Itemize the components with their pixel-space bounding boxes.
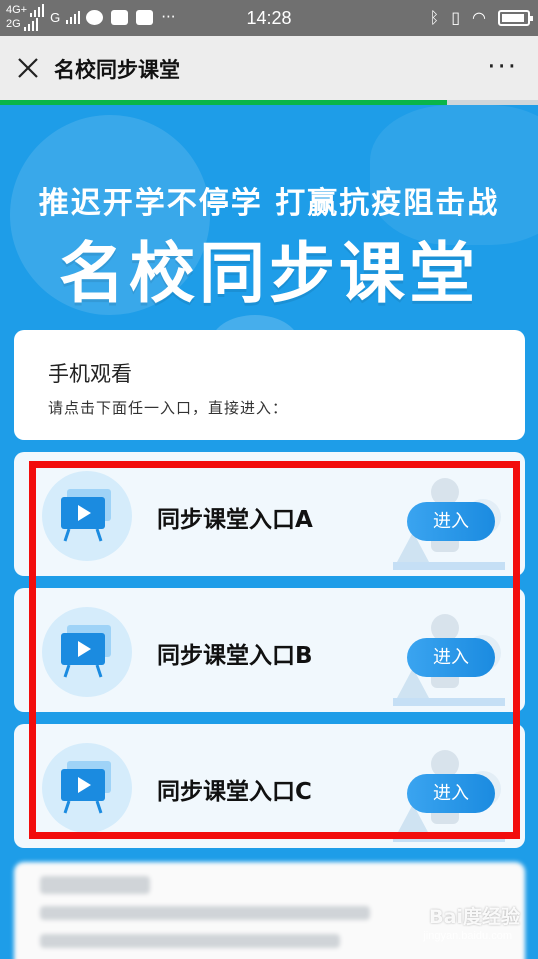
entry-label: 同步课堂入口C	[157, 779, 312, 805]
wifi-icon: ◠	[472, 8, 486, 27]
instruction-card: 手机观看 请点击下面任一入口，直接进入：	[14, 330, 525, 440]
blurred-text	[40, 906, 370, 920]
hero-subtitle: 推迟开学不停学 打赢抗疫阻击战	[38, 186, 500, 221]
video-lesson-icon	[42, 607, 132, 697]
blurred-text	[40, 876, 150, 894]
close-icon[interactable]	[14, 54, 42, 82]
status-right: ᛒ ▯ ◠	[429, 8, 533, 27]
instruction-text: 请点击下面任一入口，直接进入：	[48, 399, 289, 417]
battery-icon	[498, 9, 533, 26]
vibrate-icon: ▯	[451, 8, 461, 27]
bluetooth-icon: ᛒ	[429, 8, 440, 27]
enter-button-a[interactable]: 进入	[407, 502, 495, 541]
hero-title: 名校同步课堂	[59, 235, 479, 312]
video-lesson-icon	[42, 743, 132, 833]
watermark-logo: Bai度经验	[429, 906, 520, 928]
entry-card-c[interactable]: 同步课堂入口C 进入	[14, 724, 525, 848]
hero-banner: 推迟开学不停学 打赢抗疫阻击战 名校同步课堂	[0, 105, 538, 335]
enter-button-c[interactable]: 进入	[407, 774, 495, 813]
blurred-text	[40, 934, 340, 948]
entry-label: 同步课堂入口B	[157, 643, 313, 669]
watermark-url: jingyan.baidu.com	[423, 930, 512, 942]
entry-label: 同步课堂入口A	[157, 507, 313, 533]
enter-button-b[interactable]: 进入	[407, 638, 495, 677]
entry-card-b[interactable]: 同步课堂入口B 进入	[14, 588, 525, 712]
page-title: 名校同步课堂	[54, 58, 180, 82]
entry-card-a[interactable]: 同步课堂入口A 进入	[14, 452, 525, 576]
status-bar: 4G+ 2G G ··· 14:28 ᛒ ▯ ◠	[0, 0, 538, 36]
instruction-title: 手机观看	[48, 362, 132, 386]
navigation-bar: 名校同步课堂 ···	[0, 36, 538, 100]
video-lesson-icon	[42, 471, 132, 561]
more-menu-icon[interactable]: ···	[487, 52, 518, 82]
